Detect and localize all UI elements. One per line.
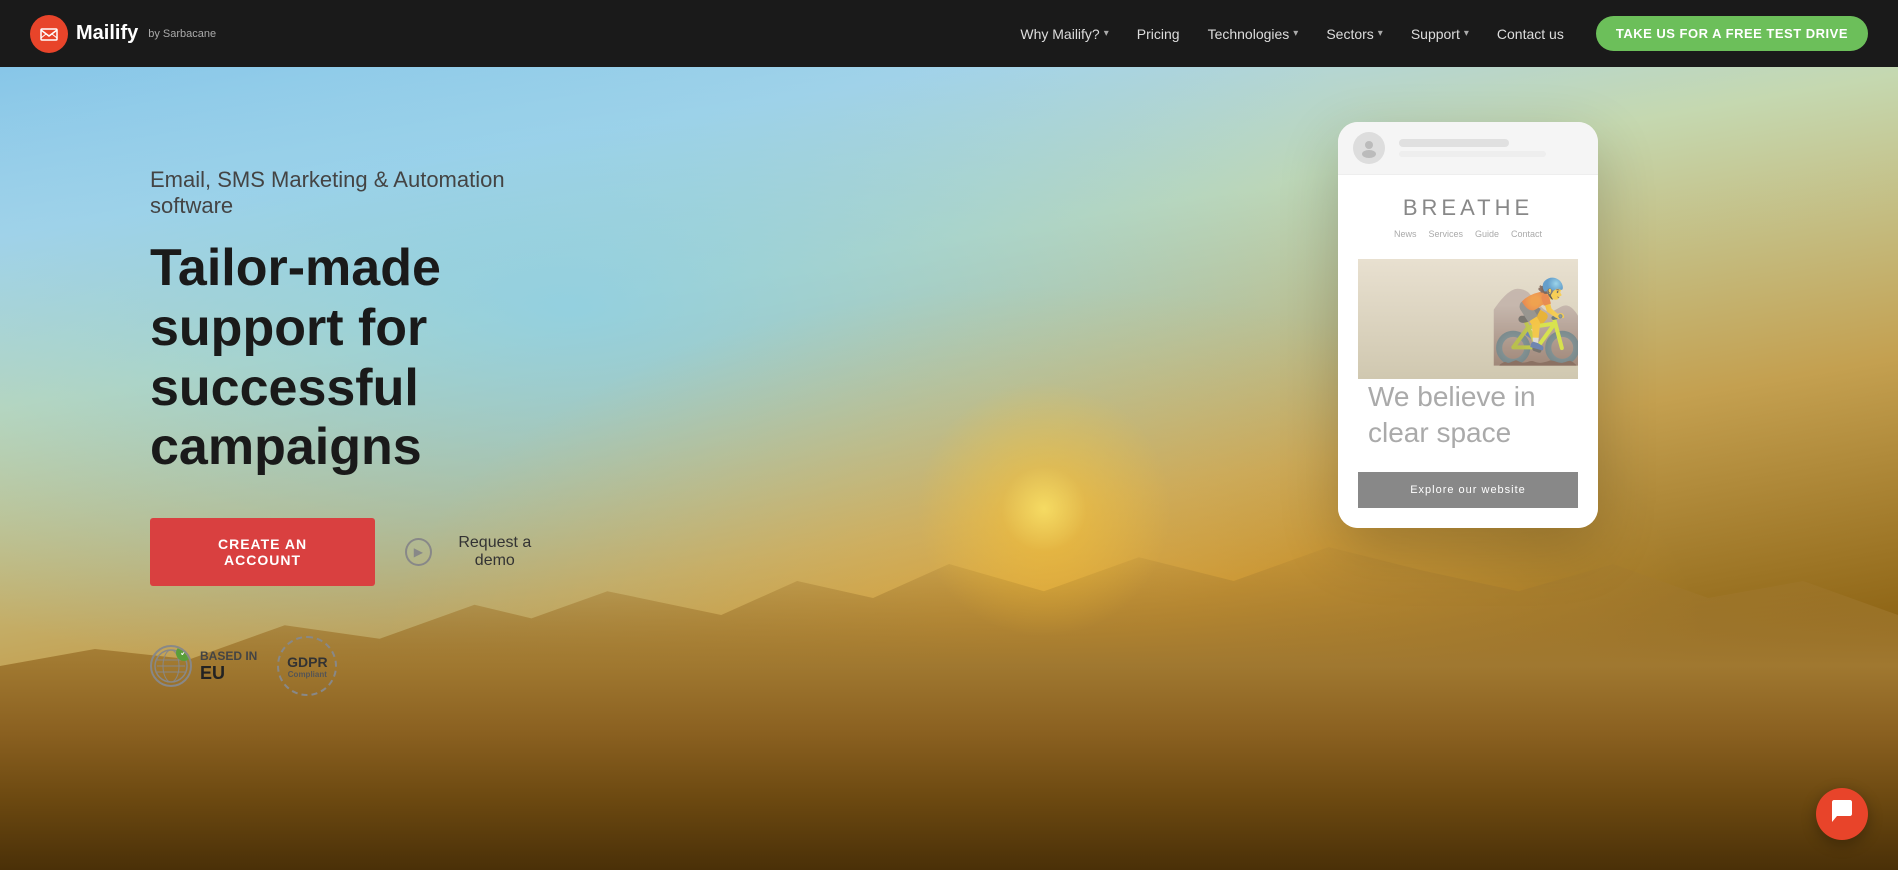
- sun-flare: [894, 359, 1194, 659]
- chat-icon: [1829, 798, 1855, 830]
- hero-section: Email, SMS Marketing & Automation softwa…: [0, 67, 1898, 870]
- request-demo-button[interactable]: ▶ Request a demo: [405, 534, 550, 570]
- phone-site-name: BREATHE: [1358, 195, 1578, 221]
- hero-subtitle: Email, SMS Marketing & Automation softwa…: [150, 167, 550, 219]
- logo-icon: [30, 15, 68, 53]
- hero-buttons: CREATE AN ACCOUNT ▶ Request a demo: [150, 518, 550, 586]
- nav-support[interactable]: Support ▾: [1399, 18, 1481, 50]
- bike-rider-icon: 🚵: [1488, 275, 1578, 369]
- gdpr-subtext: Compliant: [288, 670, 327, 679]
- hero-badges: ✓ BASED IN EU GDPR Compliant: [150, 636, 550, 696]
- chevron-down-icon: ▾: [1378, 28, 1383, 39]
- chevron-down-icon: ▾: [1293, 28, 1298, 39]
- chat-bubble-button[interactable]: [1816, 788, 1868, 840]
- phone-bike-area: 🚵: [1358, 259, 1578, 379]
- demo-circle-icon: ▶: [405, 538, 432, 566]
- hero-content: Email, SMS Marketing & Automation softwa…: [0, 67, 700, 696]
- based-in-text: BASED IN: [200, 649, 257, 663]
- main-nav: Why Mailify? ▾ Pricing Technologies ▾ Se…: [1008, 18, 1575, 50]
- phone-top-bar: [1338, 122, 1598, 175]
- phone-avatar-icon: [1353, 132, 1385, 164]
- logo-subtitle: by Sarbacane: [148, 28, 216, 40]
- nav-sectors[interactable]: Sectors ▾: [1314, 18, 1395, 50]
- chevron-down-icon: ▾: [1104, 28, 1109, 39]
- globe-icon: ✓: [150, 645, 192, 687]
- nav-technologies[interactable]: Technologies ▾: [1196, 18, 1311, 50]
- create-account-button[interactable]: CREATE AN ACCOUNT: [150, 518, 375, 586]
- hero-title: Tailor-made support for successful campa…: [150, 239, 550, 478]
- phone-mockup: BREATHE News Services Guide Contact 🚵 We…: [1338, 122, 1598, 528]
- phone-body-text: We believe in clear space: [1358, 379, 1578, 452]
- gdpr-badge: GDPR Compliant: [277, 636, 337, 696]
- logo-name: Mailify: [76, 22, 138, 45]
- nav-contact[interactable]: Contact us: [1485, 18, 1576, 50]
- free-test-drive-button[interactable]: TAKE US FOR A FREE TEST DRIVE: [1596, 16, 1868, 51]
- nav-pricing[interactable]: Pricing: [1125, 18, 1192, 50]
- gdpr-text: GDPR: [287, 654, 327, 670]
- nav-why-mailify[interactable]: Why Mailify? ▾: [1008, 18, 1120, 50]
- eu-label: EU: [200, 663, 257, 684]
- chevron-down-icon: ▾: [1464, 28, 1469, 39]
- phone-content: BREATHE News Services Guide Contact 🚵 We…: [1338, 175, 1598, 528]
- phone-site-nav: News Services Guide Contact: [1358, 229, 1578, 239]
- navbar: Mailify by Sarbacane Why Mailify? ▾ Pric…: [0, 0, 1898, 67]
- logo[interactable]: Mailify by Sarbacane: [30, 15, 216, 53]
- check-icon: ✓: [176, 645, 192, 661]
- phone-explore-button[interactable]: Explore our website: [1358, 472, 1578, 508]
- eu-badge: ✓ BASED IN EU: [150, 645, 257, 687]
